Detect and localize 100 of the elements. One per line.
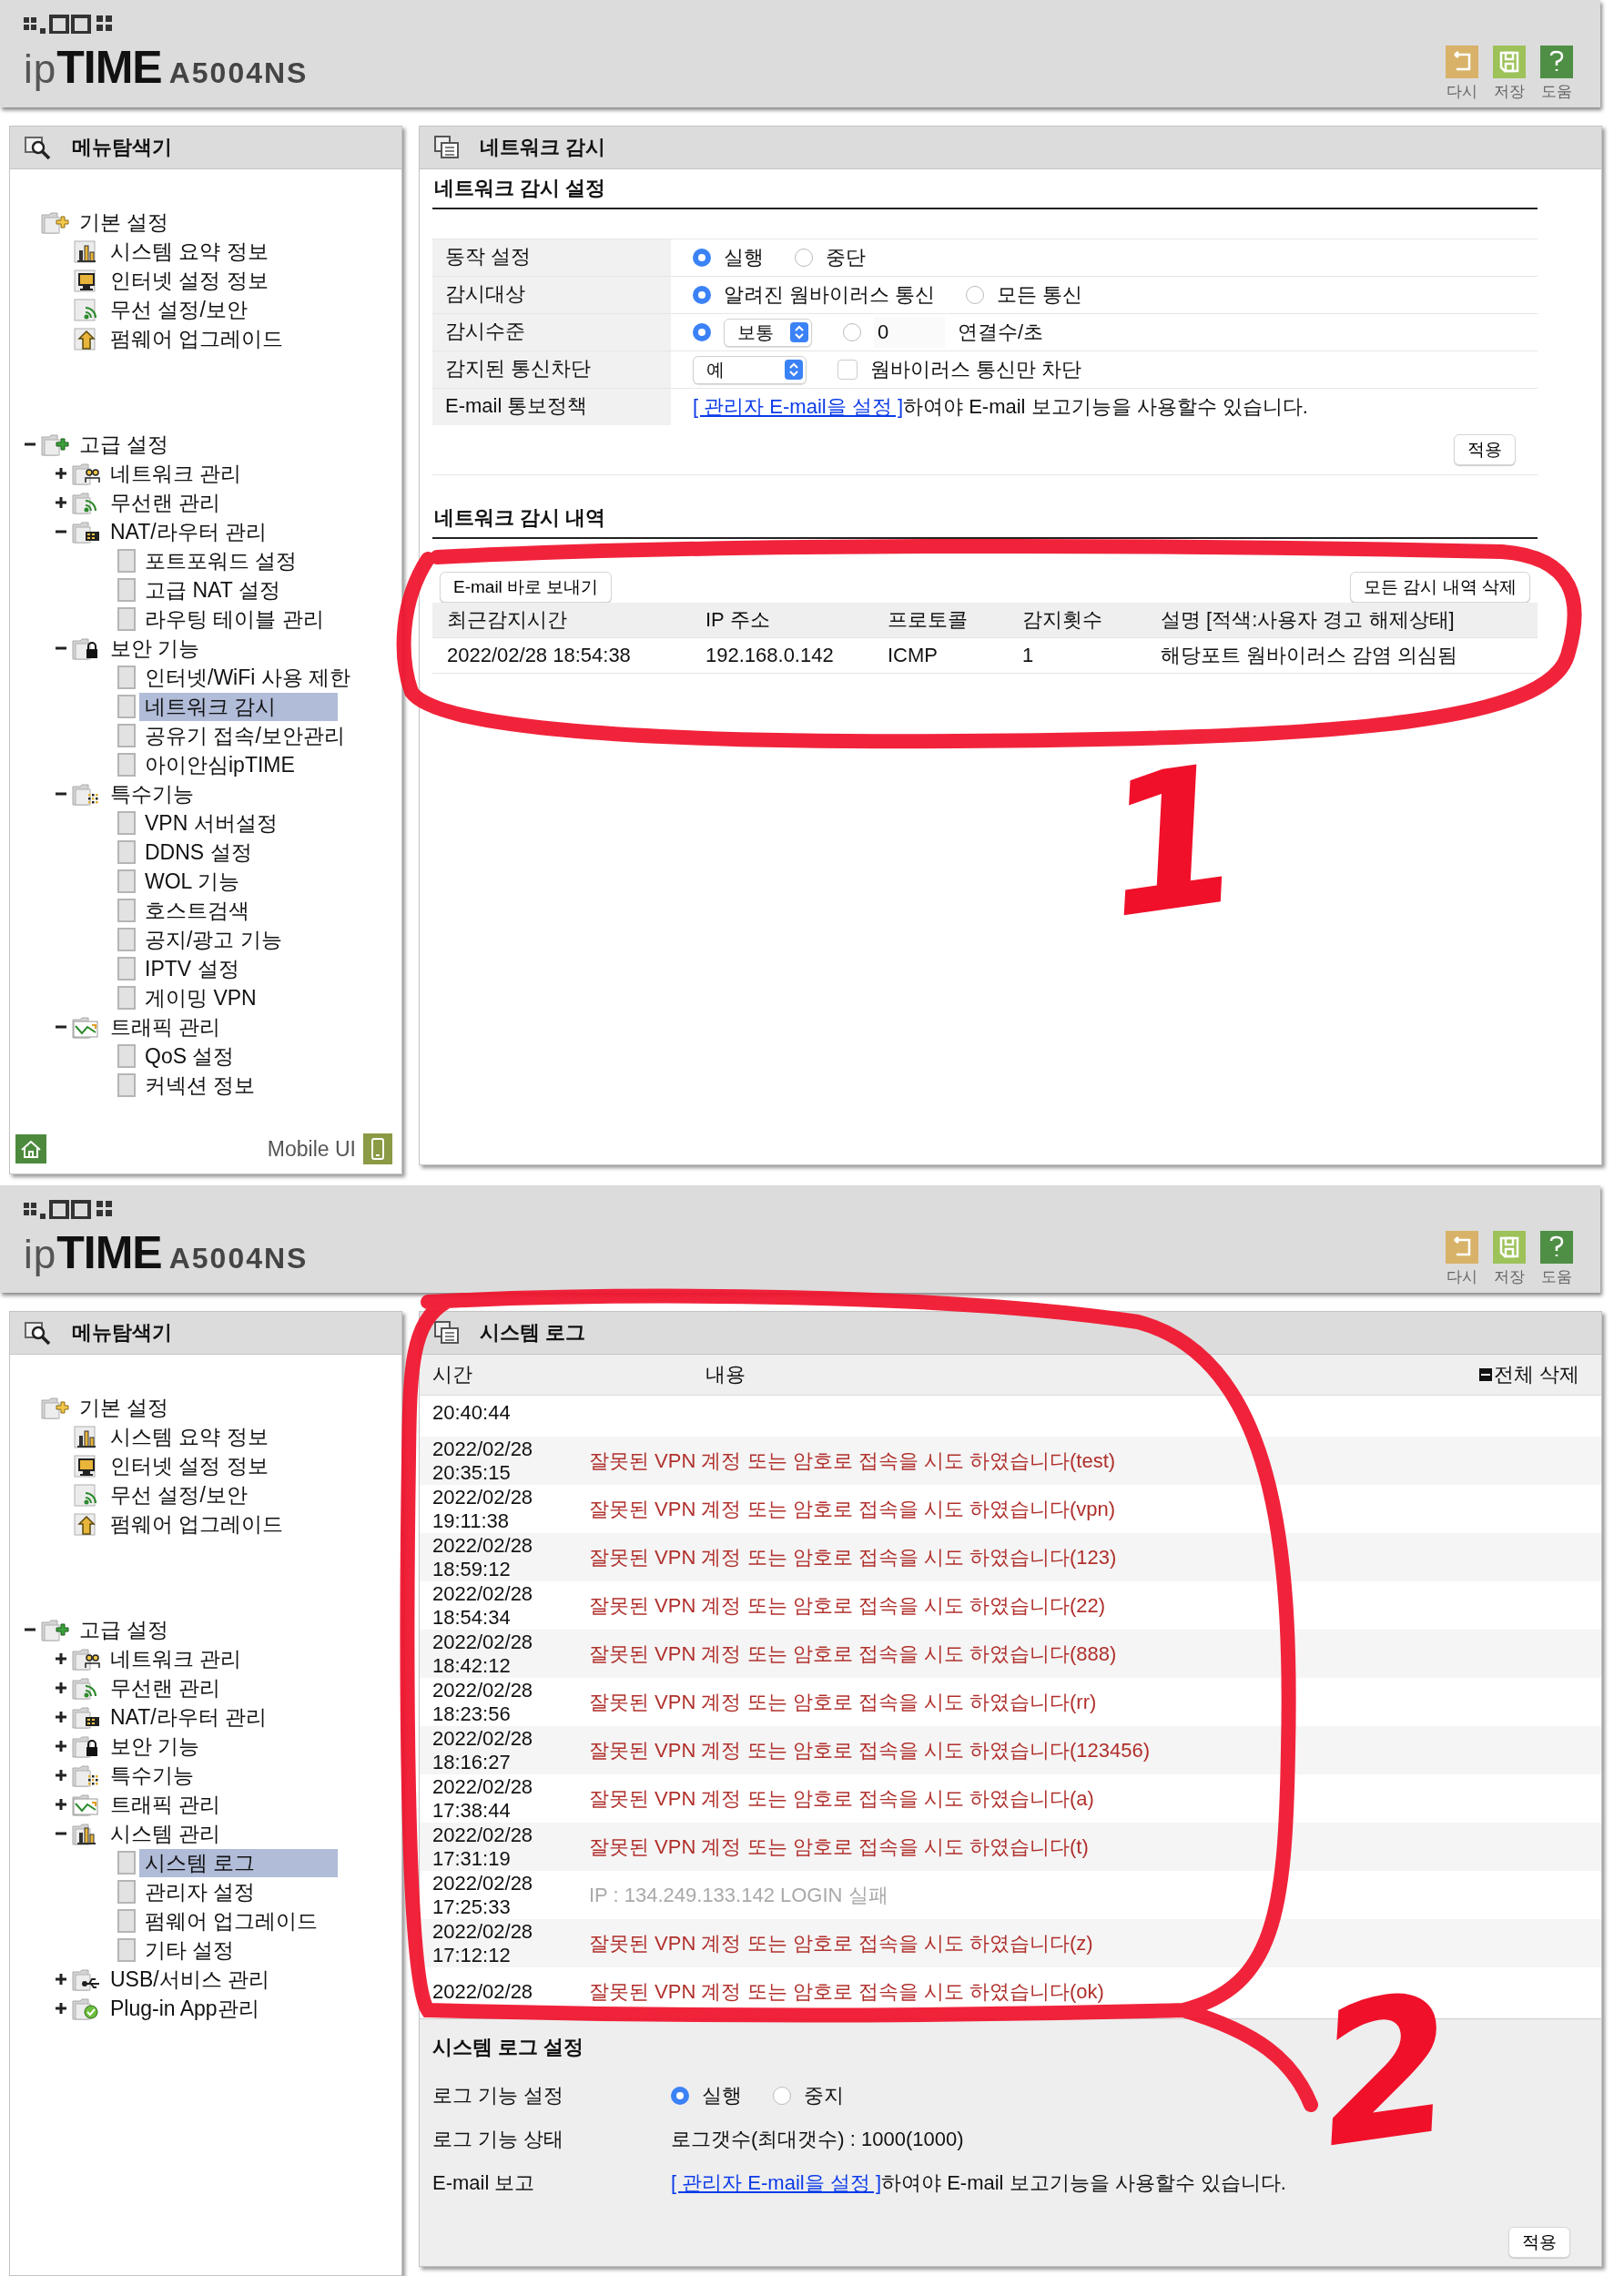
mobile-ui-link[interactable]: Mobile UI	[267, 1136, 356, 1162]
home-icon[interactable]	[15, 1134, 46, 1163]
expand-icon[interactable]	[55, 1682, 67, 1694]
help-button[interactable]: 도움	[1540, 46, 1573, 102]
undo-button[interactable]: 다시	[1446, 46, 1478, 102]
menu-folder[interactable]: 무선랜 관리	[105, 488, 227, 517]
menu-item[interactable]: 포트포워드 설정	[139, 546, 338, 575]
menu-item[interactable]: 네트워크 감시	[139, 692, 338, 721]
menu-item[interactable]: DDNS 설정	[139, 838, 338, 867]
save-button[interactable]: 저장	[1493, 46, 1526, 102]
menu-folder[interactable]: NAT/라우터 관리	[105, 517, 273, 546]
menu-folder[interactable]: 네트워크 관리	[105, 459, 248, 488]
radio-button[interactable]	[773, 2087, 791, 2105]
apply-button[interactable]: 적용	[1454, 434, 1516, 465]
menu-item[interactable]: 인터넷 설정 정보	[105, 1451, 274, 1480]
delete-all-button[interactable]: 모든 감시 내역 삭제	[1350, 572, 1530, 603]
menu-folder[interactable]: 특수기능	[105, 1761, 199, 1790]
undo-button[interactable]: 다시	[1446, 1231, 1478, 1287]
send-email-button[interactable]: E-mail 바로 보내기	[440, 572, 613, 603]
menu-item[interactable]: 펌웨어 업그레이드	[139, 1906, 338, 1936]
radio-button[interactable]	[671, 2087, 689, 2105]
menu-folder[interactable]: 트래픽 관리	[105, 1012, 227, 1041]
expand-icon[interactable]	[55, 1740, 67, 1753]
field-label: 동작 설정	[432, 239, 671, 276]
folder-icon	[72, 1792, 101, 1817]
radio-button[interactable]	[693, 286, 711, 304]
expand-icon[interactable]	[55, 1798, 67, 1811]
menu-item[interactable]: 공유기 접속/보안관리	[139, 721, 350, 750]
menu-folder[interactable]: 기본 설정	[74, 1393, 175, 1422]
admin-email-link[interactable]: [ 관리자 E-mail을 설정 ]	[693, 395, 903, 418]
page-icon	[117, 753, 136, 777]
column-header: 감지횟수	[1022, 607, 1103, 633]
menu-item[interactable]: VPN 서버설정	[139, 808, 338, 838]
menu-folder[interactable]: 시스템 관리	[105, 1819, 227, 1848]
menu-folder[interactable]: USB/서비스 관리	[105, 1965, 276, 1994]
log-time: 2022/02/28 17:12:12	[432, 1919, 534, 1967]
expand-icon[interactable]	[55, 1973, 67, 1986]
expand-icon[interactable]	[55, 2002, 67, 2015]
checkbox[interactable]	[837, 360, 858, 380]
radio-button[interactable]	[966, 286, 985, 304]
radio-label: 실행	[702, 2083, 742, 2108]
radio-button[interactable]	[795, 249, 813, 267]
delete-all-button[interactable]: 전체 삭제	[1478, 1361, 1579, 1388]
dropdown[interactable]: 보통	[724, 318, 812, 347]
radio-button[interactable]	[843, 323, 861, 341]
menu-folder[interactable]: 보안 기능	[105, 1732, 206, 1761]
expand-icon[interactable]	[55, 496, 67, 509]
folder-icon	[72, 781, 101, 807]
admin-email-link[interactable]: [ 관리자 E-mail을 설정 ]	[671, 2171, 881, 2194]
menu-item[interactable]: 시스템 요약 정보	[105, 1422, 274, 1451]
menu-item[interactable]: 호스트검색	[139, 896, 338, 925]
menu-item[interactable]: 고급 NAT 설정	[139, 575, 338, 605]
menu-item[interactable]: 시스템 요약 정보	[105, 237, 274, 266]
phone-icon[interactable]	[363, 1133, 392, 1164]
section-title: 시스템 로그 설정	[432, 2035, 585, 2060]
folder-icon	[41, 209, 70, 235]
menu-item[interactable]: 펌웨어 업그레이드	[105, 1509, 289, 1539]
log-message: 잘못된 VPN 계정 또는 암호로 접속을 시도 하였습니다(test)	[589, 1448, 1116, 1474]
expand-icon[interactable]	[55, 467, 67, 480]
page-icon	[117, 869, 136, 893]
menu-item[interactable]: IPTV 설정	[139, 954, 338, 983]
menu-folder[interactable]: 트래픽 관리	[105, 1790, 227, 1819]
menu-folder[interactable]: 보안 기능	[105, 634, 206, 663]
radio-button[interactable]	[693, 323, 711, 341]
dropdown[interactable]: 예	[693, 355, 807, 384]
expand-icon[interactable]	[55, 1769, 67, 1782]
menu-folder[interactable]: 네트워크 관리	[105, 1644, 248, 1673]
menu-item[interactable]: 인터넷/WiFi 사용 제한	[139, 663, 357, 692]
menu-folder[interactable]: 특수기능	[105, 779, 199, 808]
menu-item[interactable]: 커넥션 정보	[139, 1071, 338, 1100]
log-time: 2022/02/28 20:35:15	[432, 1437, 534, 1485]
menu-item[interactable]: 관리자 설정	[139, 1877, 338, 1906]
menu-item[interactable]: 인터넷 설정 정보	[105, 266, 274, 295]
menu-item[interactable]: 라우팅 테이블 관리	[139, 605, 338, 634]
menu-item[interactable]: 아이안심ipTIME	[139, 750, 338, 779]
number-field[interactable]: 0	[874, 317, 945, 348]
menu-item[interactable]: 기타 설정	[139, 1936, 338, 1965]
help-button[interactable]: 도움	[1540, 1231, 1573, 1287]
expand-icon[interactable]	[55, 1652, 67, 1665]
menu-item[interactable]: 공지/광고 기능	[139, 925, 338, 954]
menu-item[interactable]: QoS 설정	[139, 1041, 338, 1071]
menu-item[interactable]: 무선 설정/보안	[105, 1480, 253, 1509]
menu-folder[interactable]: NAT/라우터 관리	[105, 1702, 273, 1732]
menu-folder[interactable]: Plug-in App관리	[105, 1994, 265, 2023]
menu-item[interactable]: 펌웨어 업그레이드	[105, 324, 289, 353]
expand-icon[interactable]	[55, 1711, 67, 1723]
panel-title: 메뉴탐색기	[72, 135, 172, 160]
save-icon	[1493, 1231, 1526, 1264]
radio-button[interactable]	[693, 249, 711, 267]
menu-folder[interactable]: 무선랜 관리	[105, 1673, 227, 1702]
menu-item[interactable]: 게이밍 VPN	[139, 983, 338, 1012]
log-message: 잘못된 VPN 계정 또는 암호로 접속을 시도 하였습니다(123)	[589, 1544, 1117, 1570]
menu-folder[interactable]: 고급 설정	[74, 1615, 175, 1644]
menu-item[interactable]: WOL 기능	[139, 867, 338, 896]
menu-item[interactable]: 무선 설정/보안	[105, 295, 253, 324]
apply-button[interactable]: 적용	[1508, 2227, 1570, 2258]
menu-item[interactable]: 시스템 로그	[139, 1848, 338, 1877]
menu-folder[interactable]: 기본 설정	[74, 208, 175, 237]
menu-folder[interactable]: 고급 설정	[74, 430, 175, 459]
save-button[interactable]: 저장	[1493, 1231, 1526, 1287]
